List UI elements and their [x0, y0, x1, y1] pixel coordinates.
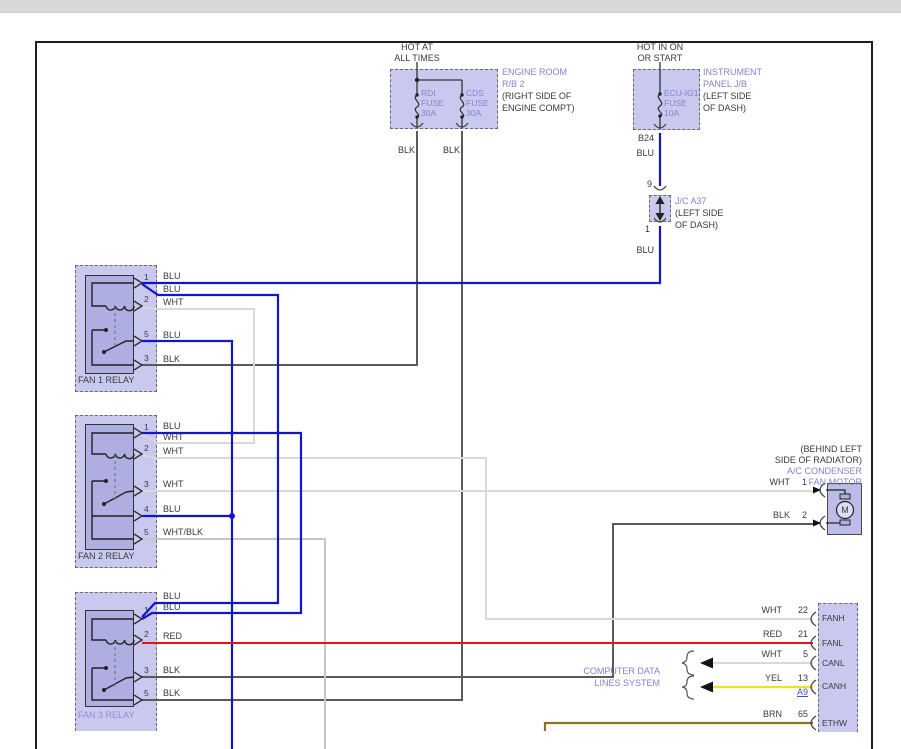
fan3-wire-blu-b: BLU: [163, 602, 181, 613]
fan1-wire-blu-5: BLU: [163, 330, 181, 341]
motor-location-1: (BEHIND LEFT: [712, 444, 862, 455]
wire-label-blu-jc: BLU: [628, 245, 654, 256]
wire-label-blu-jb: BLU: [628, 148, 654, 159]
fan3-relay-inner-box: [85, 610, 134, 707]
ecu-wire-brn-65: BRN: [750, 709, 782, 720]
motor-name-1: A/C CONDENSER: [712, 466, 862, 477]
pin-label-b24: B24: [628, 133, 654, 144]
ecu-num-5: 5: [786, 649, 808, 660]
fan2-relay-name: FAN 2 RELAY: [78, 551, 134, 562]
fan2-wire-wht-3: WHT: [163, 479, 184, 490]
fan1-wire-wht: WHT: [163, 297, 184, 308]
ecu-wire-red-21: RED: [750, 629, 782, 640]
ecu-pin-fanl: FANL: [822, 638, 843, 648]
jb-feed-label: HOT IN ON OR START: [631, 42, 689, 64]
window-top-bar: [0, 0, 901, 13]
fan1-pin1-number: 1: [144, 272, 149, 282]
fuse-cds-label: CDSFUSE30A: [466, 88, 489, 118]
fan2-wire-wht-1b: WHT: [163, 432, 184, 443]
fan2-pin3-number: 3: [144, 479, 149, 489]
wire-label-blk-cds: BLK: [442, 145, 460, 156]
fan2-pin1-number: 1: [144, 422, 149, 432]
motor-wire-wht: WHT: [760, 477, 790, 488]
fan2-pin5-number: 5: [144, 527, 149, 537]
fan2-wire-whtblk-5: WHT/BLK: [163, 527, 203, 538]
rb2-name-label: ENGINE ROOM R/B 2 (RIGHT SIDE OF ENGINE …: [502, 66, 575, 114]
fan3-pin1-number: 1: [144, 605, 149, 615]
fan3-relay-name: FAN 3 RELAY: [78, 710, 134, 721]
ecu-pin-canh: CANH: [822, 681, 846, 691]
fuse-rdi-label: RDIFUSE30A: [421, 88, 444, 118]
fuse-ecuig1-label: ECU-IG1FUSE10A: [664, 88, 698, 118]
fan1-wire-blu-b: BLU: [163, 284, 181, 295]
fan2-pin2-number: 2: [144, 443, 149, 453]
fan3-pin3-number: 3: [144, 665, 149, 675]
ecu-wire-wht-5: WHT: [750, 649, 782, 660]
fan1-relay-name: FAN 1 RELAY: [78, 375, 134, 386]
ecu-pin-canl: CANL: [822, 658, 845, 668]
jb-name-label: INSTRUMENT PANEL J/B (LEFT SIDE OF DASH): [703, 66, 762, 114]
fan2-wire-blu-1: BLU: [163, 421, 181, 432]
fan3-wire-red: RED: [163, 631, 182, 642]
fan1-pin3-number: 3: [144, 353, 149, 363]
fan2-wire-blu-4: BLU: [163, 504, 181, 515]
fan1-pin2-number: 2: [144, 294, 149, 304]
fan2-relay-inner-box: [85, 424, 134, 550]
motor-location-2: SIDE OF RADIATOR): [712, 455, 862, 466]
fan3-wire-blu-a: BLU: [163, 591, 181, 602]
fan1-relay-inner-box: [85, 275, 134, 374]
ecu-pin-fanh: FANH: [822, 613, 845, 623]
ecu-wire-yel-13: YEL: [750, 673, 782, 684]
ecu-num-65: 65: [786, 709, 808, 720]
ecu-num-21: 21: [786, 629, 808, 640]
ecu-pin-ethw: ETHW: [822, 718, 847, 728]
data-lines-label-1: COMPUTER DATA: [556, 666, 660, 677]
fan1-pin5-number: 5: [144, 329, 149, 339]
fan3-pin2-number: 2: [144, 629, 149, 639]
motor-wire-blk: BLK: [760, 510, 790, 521]
fan3-wire-blk-5: BLK: [163, 688, 180, 699]
ecu-ref-a9-link[interactable]: A9: [792, 687, 808, 698]
motor-m-symbol: M: [838, 505, 852, 516]
wire-label-blk-rdi: BLK: [397, 145, 415, 156]
jc-pin-out: 1: [634, 224, 650, 235]
ecu-wire-wht-22: WHT: [750, 605, 782, 616]
fan2-pin4-number: 4: [144, 504, 149, 514]
fan3-wire-blk-3: BLK: [163, 665, 180, 676]
jc-pin-in: 9: [636, 179, 652, 190]
data-lines-label-2: LINES SYSTEM: [556, 678, 660, 689]
motor-pin1-number: 1: [795, 477, 807, 488]
jc-name-label: J/C A37 (LEFT SIDE OF DASH): [675, 195, 723, 231]
fan2-wire-wht-2: WHT: [163, 446, 184, 457]
fan1-wire-blu-a: BLU: [163, 271, 181, 282]
wiring-diagram-page: { "colors": { "wire_blu": "#1414cc", "wi…: [0, 0, 901, 749]
fan1-wire-blk: BLK: [163, 354, 180, 365]
motor-pin2-number: 2: [795, 510, 807, 521]
ecu-num-13: 13: [786, 673, 808, 684]
rb2-feed-label: HOT AT ALL TIMES: [384, 42, 450, 64]
junction-connector-a37-box: [649, 195, 671, 222]
ecu-num-22: 22: [786, 605, 808, 616]
fan3-pin5-number: 5: [144, 688, 149, 698]
